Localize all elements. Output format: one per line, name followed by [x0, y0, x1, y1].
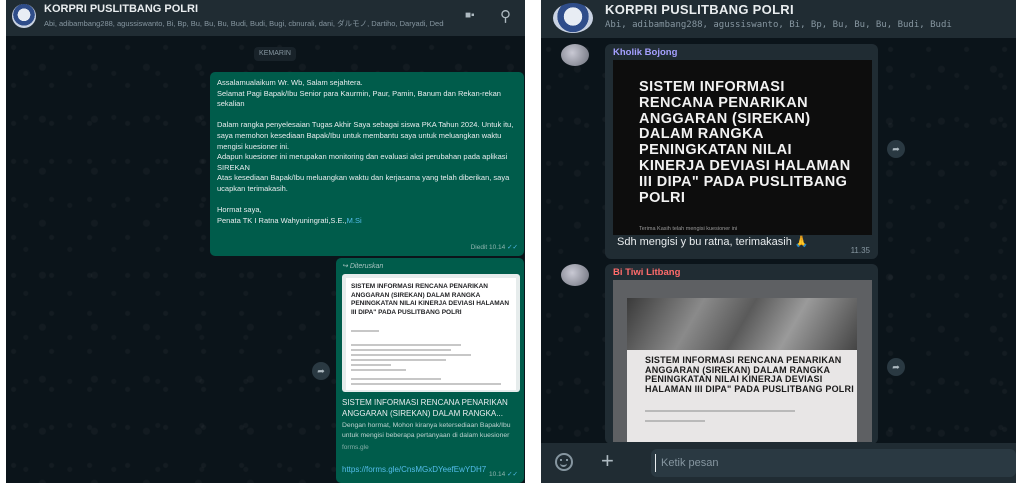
preview-line	[351, 369, 406, 371]
message-meta: Diedit 10.14 ✓✓	[471, 243, 518, 251]
greeting-paragraph: Selamat Pagi Bapak/Ibu Senior para Kaurm…	[217, 88, 501, 109]
message-meta: 10.14 ✓✓	[489, 470, 518, 478]
link-description: Dengan hormat, Mohon kiranya ketersediaa…	[342, 422, 511, 439]
attach-plus-icon[interactable]: +	[601, 448, 614, 474]
group-title: KORPRI PUSLITBANG POLRI	[44, 3, 199, 15]
monitoring-paragraph: Adapun kuesioner ini merupakan monitorin…	[217, 152, 508, 172]
group-members: Abi, adibambang288, agussiswanto, Bi, Bp…	[44, 19, 444, 28]
forward-icon[interactable]: ➦	[312, 362, 330, 380]
sender-name[interactable]: Bi Tiwi Litbang	[613, 267, 680, 278]
incoming-photo-message[interactable]: Bi Tiwi Litbang SISTEM INFORMASI RENCANA…	[605, 264, 878, 444]
forwarded-label: ↪ Diteruskan	[342, 263, 384, 270]
preview-line	[351, 349, 451, 351]
video-call-icon[interactable]: ■▪	[465, 10, 475, 21]
message-time: 11.35	[850, 246, 870, 255]
incoming-image-message[interactable]: Kholik Bojong SISTEM INFORMASI RENCANA P…	[605, 44, 878, 259]
forwarded-link-message[interactable]: ↪ Diteruskan SISTEM INFORMASI RENCANA PE…	[336, 258, 524, 483]
sent-time: 10.14	[489, 471, 506, 478]
shared-image[interactable]: SISTEM INFORMASI RENCANA PENARIKAN ANGGA…	[613, 60, 872, 235]
photo-heading: SISTEM INFORMASI RENCANA PENARIKAN ANGGA…	[645, 355, 854, 394]
link-title: SISTEM INFORMASI RENCANA PENARIKAN ANGGA…	[342, 398, 508, 418]
outgoing-message-bubble[interactable]: Assalamualaikum Wr. Wb, Salam sejahtera.…	[210, 72, 524, 256]
chat-screenshot-left: KORPRI PUSLITBANG POLRI Abi, adibambang2…	[6, 0, 525, 483]
search-icon[interactable]: ⚲	[500, 7, 511, 25]
image-caption: Sdh mengisi y bu ratna, terimakasih 🙏	[617, 236, 809, 248]
photo-line	[645, 420, 705, 422]
sender-avatar[interactable]	[561, 264, 589, 286]
edited-time: Diedit 10.14	[470, 244, 506, 251]
emoji-icon[interactable]	[555, 453, 573, 471]
signature-line: Penata TK I Ratna Wahyuningrati,S.E.,M.S…	[217, 216, 517, 227]
sender-name[interactable]: Kholik Bojong	[613, 47, 677, 58]
image-subtext: Terima Kasih telah mengisi kuesioner ini	[639, 226, 738, 232]
message-composer: + Ketik pesan	[541, 443, 1016, 483]
preview-line	[351, 344, 461, 346]
preview-line	[351, 354, 471, 356]
purpose-paragraph: Dalam rangka penyelesaian Tugas Akhir Sa…	[217, 120, 514, 151]
form-url-link[interactable]: https://forms.gle/CnsMGxDYeefEwYDH7	[342, 465, 486, 474]
preview-line	[351, 378, 441, 380]
read-ticks-icon: ✓✓	[507, 471, 518, 478]
chat-header[interactable]: KORPRI PUSLITBANG POLRI Abi, adibambang2…	[541, 0, 1016, 38]
read-ticks-icon: ✓✓	[507, 244, 518, 251]
photographed-screen: SISTEM INFORMASI RENCANA PENARIKAN ANGGA…	[627, 298, 857, 442]
image-heading: SISTEM INFORMASI RENCANA PENARIKAN ANGGA…	[639, 79, 851, 206]
link-domain: forms.gle	[342, 444, 369, 451]
day-divider: KEMARIN	[254, 47, 296, 61]
signature-link[interactable]: M.Si	[347, 216, 362, 225]
message-input[interactable]: Ketik pesan	[651, 449, 1016, 477]
form-preview-page: SISTEM INFORMASI RENCANA PENARIKAN ANGGA…	[346, 278, 516, 390]
photo-banner	[627, 298, 857, 350]
signature-name: Penata TK I Ratna Wahyuningrati,S.E.,	[217, 215, 347, 225]
greeting-line: Assalamualaikum Wr. Wb, Salam sejahtera.	[217, 78, 363, 87]
forward-icon[interactable]: ➦	[887, 358, 905, 376]
group-avatar[interactable]	[12, 4, 36, 28]
link-preview-image[interactable]: SISTEM INFORMASI RENCANA PENARIKAN ANGGA…	[342, 274, 520, 392]
photo-line	[645, 410, 795, 412]
preview-line	[351, 359, 446, 361]
group-title: KORPRI PUSLITBANG POLRI	[605, 2, 794, 17]
sender-avatar[interactable]	[561, 44, 589, 66]
preview-line	[351, 364, 391, 366]
group-avatar[interactable]	[553, 3, 593, 33]
group-members: Abi, adibambang288, agussiswanto, Bi, Bp…	[605, 20, 952, 30]
message-text: Assalamualaikum Wr. Wb, Salam sejahtera.…	[217, 78, 517, 226]
preview-line	[351, 330, 379, 332]
form-preview-title: SISTEM INFORMASI RENCANA PENARIKAN ANGGA…	[351, 283, 510, 316]
signoff-line: Hormat saya,	[217, 205, 262, 215]
thanks-paragraph: Atas kesediaan Bapak/Ibu meluangkan wakt…	[217, 173, 510, 193]
shared-photo[interactable]: SISTEM INFORMASI RENCANA PENARIKAN ANGGA…	[613, 280, 872, 442]
forward-icon[interactable]: ➦	[887, 140, 905, 158]
chat-header[interactable]: KORPRI PUSLITBANG POLRI Abi, adibambang2…	[6, 0, 525, 36]
preview-line	[351, 383, 501, 385]
message-input-placeholder: Ketik pesan	[661, 457, 719, 469]
text-caret	[655, 454, 656, 472]
chat-screenshot-right: KORPRI PUSLITBANG POLRI Abi, adibambang2…	[541, 0, 1016, 483]
